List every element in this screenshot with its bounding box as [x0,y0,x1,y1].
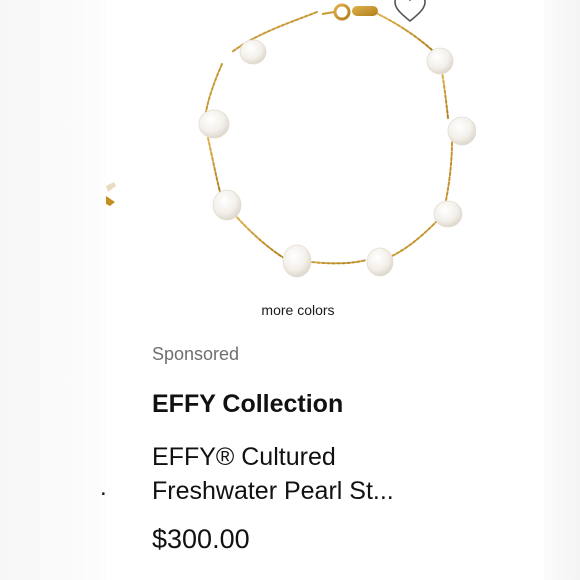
bracelet-clasp [321,3,378,21]
product-title-line-2: Freshwater Pearl St... [152,477,394,505]
heart-outline-icon[interactable] [392,0,428,24]
product-price: $300.00 [152,524,250,554]
product-grid-page: more colors Sponsored EFFY Collection EF… [0,0,580,580]
neighbor-product-image-fragment [106,182,118,208]
product-title[interactable]: EFFY® Cultured Freshwater Pearl St... [152,440,482,508]
neighbor-title-fragment: . [100,474,107,501]
brand-name[interactable]: EFFY Collection [152,390,343,419]
next-product-card-edge [544,0,580,580]
sponsored-label: Sponsored [152,344,240,364]
product-title-line-1: EFFY® Cultured [152,443,336,471]
product-card[interactable]: more colors Sponsored EFFY Collection EF… [106,0,544,580]
pearl-bracelet-image [198,3,476,278]
more-colors-link[interactable]: more colors [106,302,490,318]
previous-product-card-edge [0,0,106,580]
product-image[interactable] [146,0,476,290]
